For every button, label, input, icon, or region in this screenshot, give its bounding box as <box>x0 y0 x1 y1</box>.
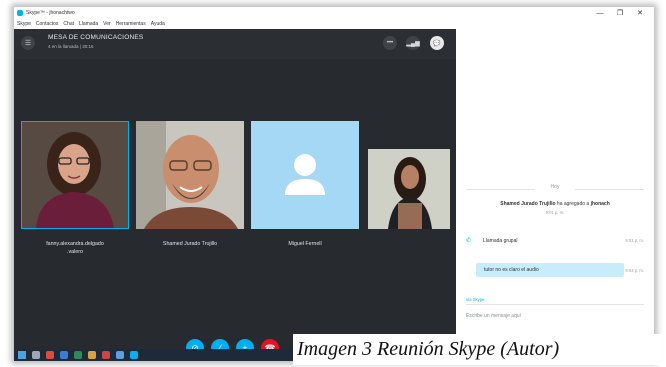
menu-item-skype[interactable]: Skype <box>17 21 31 27</box>
skype-window: Skype™ - jhonachtwo — ❐ ✕ Skype Contacto… <box>14 7 654 361</box>
participant-name-miguel: Miguel Fernell <box>288 241 322 247</box>
menu-item-ver[interactable]: Ver <box>103 21 111 27</box>
windows-taskbar <box>14 349 294 361</box>
call-header: ☰ MESA DE COMUNICACIONES 4 en la llamada… <box>14 29 456 59</box>
participant-tile-shamed[interactable] <box>136 121 244 229</box>
call-title: MESA DE COMUNICACIONES <box>48 34 144 41</box>
minimize-button[interactable]: — <box>592 7 608 19</box>
participant-tile-fanny[interactable] <box>21 121 129 229</box>
app-icon-green[interactable] <box>74 351 82 359</box>
message-input[interactable]: Escribe un mensaje aquí <box>466 313 521 319</box>
figure-caption: Imagen 3 Reunión Skype (Autor) <box>293 334 663 365</box>
via-skype-label[interactable]: vía Skype <box>466 297 484 302</box>
maximize-button[interactable]: ❐ <box>612 7 628 19</box>
close-button[interactable]: ✕ <box>632 7 648 19</box>
compose-divider <box>466 304 644 305</box>
chat-message-bubble: tutor no es claro el audio <box>476 263 624 277</box>
menu-item-herramientas[interactable]: Herramientas <box>116 21 146 27</box>
chat-panel: Hoy Shamed Jurado Trujillo ha agregado a… <box>456 29 654 361</box>
window-title: Skype™ - jhonachtwo <box>26 10 75 16</box>
app-icon-blue[interactable] <box>116 351 124 359</box>
call-log-entry[interactable]: ✆ Llamada grupal 9:01 p. m. <box>466 237 644 247</box>
system-message-time: 9:01 p. m. <box>545 210 565 215</box>
day-label: Hoy <box>535 184 575 190</box>
menu-item-chat[interactable]: Chat <box>63 21 74 27</box>
chat-message-time: 9:04 p. m. <box>625 268 644 273</box>
skype-logo-icon <box>17 10 23 16</box>
self-video-preview[interactable] <box>368 149 450 229</box>
participant-tile-miguel[interactable] <box>251 121 359 229</box>
menu-bar: Skype Contactos Chat Llamada Ver Herrami… <box>14 19 654 29</box>
browser-icon[interactable] <box>60 351 68 359</box>
participant-name-shamed: Shamed Jurado Trujillo <box>162 241 218 247</box>
windows-start-icon[interactable] <box>18 351 26 359</box>
menu-item-llamada[interactable]: Llamada <box>79 21 98 27</box>
menu-item-contactos[interactable]: Contactos <box>36 21 59 27</box>
phone-icon: ✆ <box>466 238 472 244</box>
app-icon-orange[interactable] <box>102 351 110 359</box>
search-icon[interactable] <box>32 351 40 359</box>
folder-icon[interactable] <box>88 351 96 359</box>
hamburger-menu-icon[interactable]: ☰ <box>21 36 35 50</box>
person-avatar-icon <box>285 154 325 195</box>
title-bar: Skype™ - jhonachtwo — ❐ ✕ <box>14 7 654 19</box>
chat-icon[interactable]: 💬 <box>430 36 444 50</box>
skype-taskbar-icon[interactable] <box>130 351 138 359</box>
system-message: Shamed Jurado Trujillo ha agregado a jho… <box>500 201 610 207</box>
app-icon-red[interactable] <box>46 351 54 359</box>
more-icon[interactable]: ••• <box>383 36 397 50</box>
signal-icon[interactable]: ▂▄▆ <box>406 36 420 50</box>
call-area: ☰ MESA DE COMUNICACIONES 4 en la llamada… <box>14 29 456 361</box>
menu-item-ayuda[interactable]: Ayuda <box>151 21 165 27</box>
participant-video-shamed <box>136 121 244 229</box>
participant-video-fanny <box>22 122 128 228</box>
self-video-feed <box>368 149 450 229</box>
participant-name-fanny: fanny.alexandra.delgado .valero <box>46 241 104 255</box>
call-subtitle: 4 en la llamada | 30:16 <box>48 44 94 49</box>
